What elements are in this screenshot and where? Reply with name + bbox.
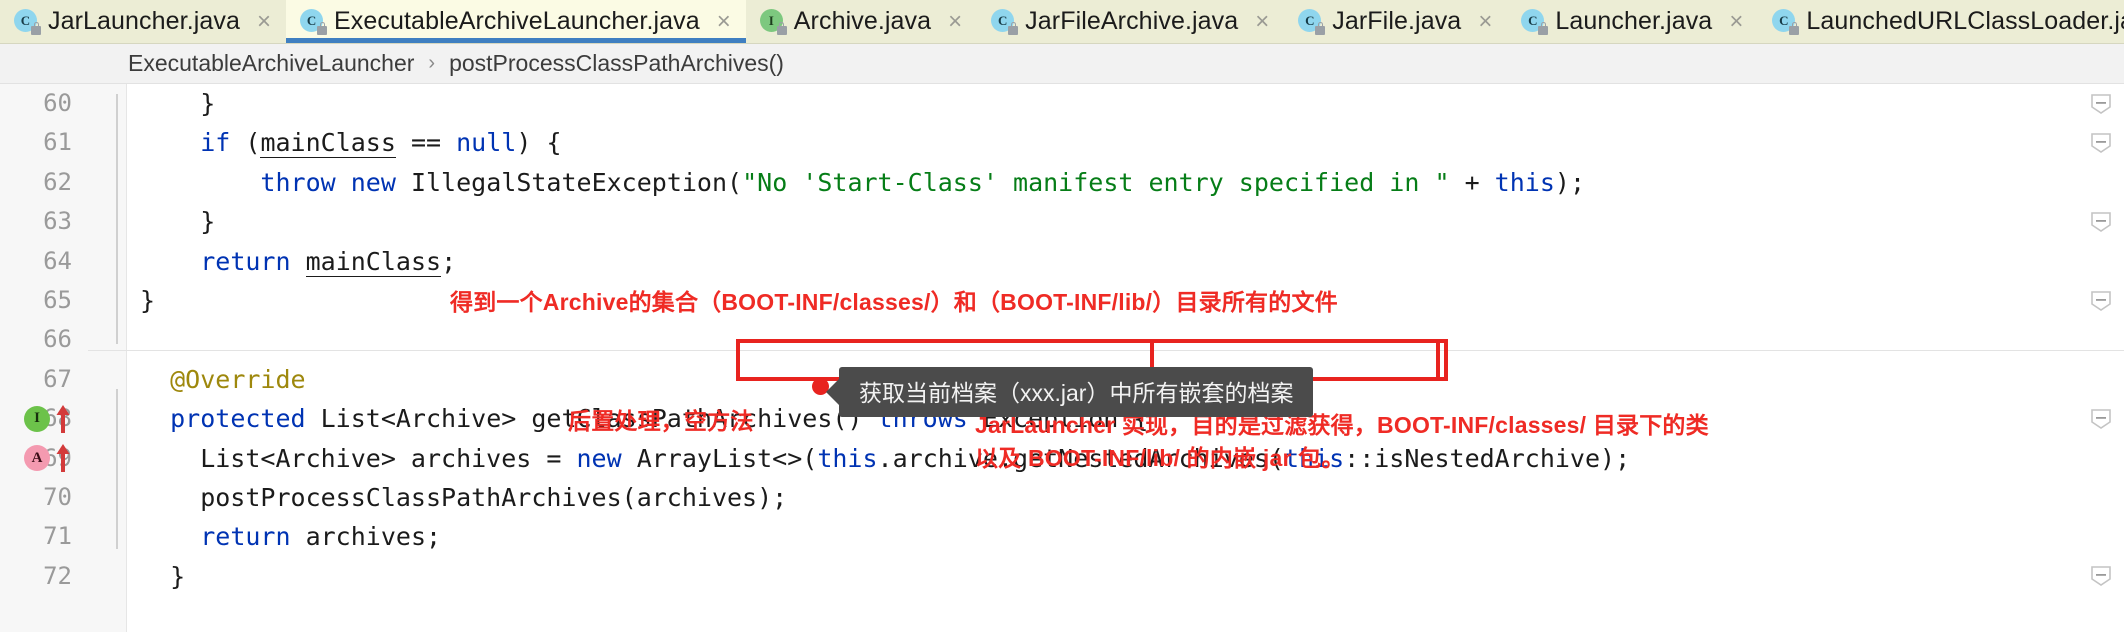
close-icon[interactable]: × — [1478, 9, 1492, 34]
annotation-line67: 得到一个Archive的集合（BOOT-INF/classes/）和（BOOT-… — [450, 289, 1338, 315]
code-line[interactable]: 61 if (mainClass == null) { — [0, 123, 2124, 162]
code-line[interactable]: 63 } — [0, 202, 2124, 241]
overridden-method-marker[interactable]: A — [24, 445, 50, 472]
editor-tab-label: JarLauncher.java — [48, 7, 241, 35]
code-fold-icon[interactable] — [2090, 290, 2112, 312]
line-number: 67 — [43, 364, 72, 393]
code-fold-icon[interactable] — [2090, 211, 2112, 233]
editor-tab-bar: C JarLauncher.java × C ExecutableArchiveLaun… — [0, 0, 2124, 44]
annotation-bottom-line2: 以及 BOOT-INF/lib/ 的内嵌 jar 包。 — [975, 445, 1345, 471]
code-fold-icon[interactable] — [2090, 565, 2112, 587]
code-line[interactable]: 71 return archives; — [0, 517, 2124, 556]
editor-tab-label: JarFile.java — [1332, 7, 1462, 35]
editor-tab-label: Launcher.java — [1555, 7, 1713, 35]
ide-editor-window: C JarLauncher.java × C ExecutableArchiveLaun… — [0, 0, 2124, 632]
fold-guide-line — [116, 94, 118, 344]
breadcrumb-class[interactable]: ExecutableArchiveLauncher — [128, 50, 414, 77]
code-line[interactable]: 66 — [0, 320, 2124, 359]
breadcrumb-member[interactable]: postProcessClassPathArchives() — [449, 50, 784, 77]
java-class-icon: C — [1298, 9, 1326, 35]
code-text: } — [140, 89, 216, 118]
red-up-arrow-icon[interactable] — [56, 444, 70, 473]
code-line[interactable]: 70 postProcessClassPathArchives(archives… — [0, 478, 2124, 517]
red-up-arrow-icon[interactable] — [56, 404, 70, 433]
code-text: } — [140, 207, 216, 237]
java-class-icon: C — [991, 9, 1019, 35]
code-text: postProcessClassPathArchives(archives); — [140, 482, 788, 512]
editor-tab-jarfile[interactable]: C JarFile.java × — [1284, 0, 1507, 43]
close-icon[interactable]: × — [1729, 9, 1743, 34]
method-separator — [88, 350, 2124, 351]
editor-tab-label: JarFileArchive.java — [1025, 7, 1239, 35]
line-number: 63 — [43, 207, 72, 236]
code-text: List<Archive> archives = new ArrayList<>… — [140, 443, 1631, 473]
close-icon[interactable]: × — [257, 9, 271, 34]
code-editor[interactable]: 60 } 61 if (mainClass == null) {62 throw … — [0, 84, 2124, 632]
java-class-icon: C — [14, 9, 41, 35]
close-icon[interactable]: × — [717, 9, 731, 34]
code-fold-icon[interactable] — [2090, 408, 2112, 430]
code-text: return archives; — [200, 522, 442, 552]
editor-tab-label: Archive.java — [793, 7, 932, 35]
line-number: 65 — [43, 285, 72, 314]
code-text: throw new IllegalStateException("No 'Sta… — [260, 167, 1585, 197]
java-class-icon: C — [1772, 9, 1800, 35]
editor-tab-label: ExecutableArchiveLauncher.java — [334, 7, 700, 35]
line-number: 71 — [43, 522, 72, 551]
breadcrumb-separator-icon: › — [428, 52, 436, 74]
editor-tab-jarfilearchive[interactable]: C JarFileArchive.java × — [977, 0, 1284, 43]
breadcrumb: ExecutableArchiveLauncher › postProcessC… — [0, 44, 2124, 84]
code-text: return mainClass; — [200, 246, 457, 277]
code-fold-icon[interactable] — [2090, 93, 2112, 115]
code-fold-icon[interactable] — [2090, 132, 2112, 154]
java-class-icon: C — [300, 9, 328, 35]
close-icon[interactable]: × — [948, 9, 962, 34]
java-class-icon: C — [1521, 9, 1549, 35]
editor-tab-archive[interactable]: I Archive.java × — [746, 0, 977, 43]
line-number: 72 — [43, 561, 72, 590]
line-number: 70 — [43, 482, 72, 511]
code-line[interactable]: 72 } — [0, 557, 2124, 596]
code-line[interactable]: 64 return mainClass; — [0, 242, 2124, 281]
code-text: if (mainClass == null) { — [200, 128, 562, 159]
editor-tab-jarlauncher[interactable]: C JarLauncher.java × — [0, 0, 286, 43]
line-number: 60 — [43, 89, 72, 117]
editor-tab-executablearchivelauncher[interactable]: C ExecutableArchiveLauncher.java × — [286, 0, 746, 43]
line-number: 66 — [43, 325, 72, 354]
code-text: @Override — [170, 364, 306, 394]
line-number: 61 — [43, 128, 72, 157]
close-icon[interactable]: × — [1255, 9, 1269, 34]
annotation-line71: 后置处理，空方法 — [568, 408, 754, 434]
tooltip-callout: 获取当前档案（xxx.jar）中所有嵌套的档案 — [839, 367, 1314, 417]
line-number: 62 — [43, 167, 72, 196]
editor-tab-launchedurlclassloader[interactable]: CLaunchedURLClassLoader.java — [1758, 0, 2124, 43]
code-line[interactable]: 60 } — [0, 84, 2124, 123]
code-lines: 60 } 61 if (mainClass == null) {62 throw … — [0, 84, 2124, 596]
code-text: } — [140, 561, 186, 591]
java-interface-icon: I — [759, 9, 787, 35]
implemented-method-marker[interactable]: I — [24, 405, 50, 432]
code-line[interactable]: 62 throw new IllegalStateException("No '… — [0, 163, 2124, 202]
editor-tab-launcher[interactable]: C Launcher.java × — [1507, 0, 1758, 43]
code-text: } — [140, 285, 156, 315]
line-number: 64 — [43, 246, 72, 275]
fold-guide-line — [116, 389, 118, 549]
editor-tab-label: LaunchedURLClassLoader.java — [1806, 7, 2124, 35]
